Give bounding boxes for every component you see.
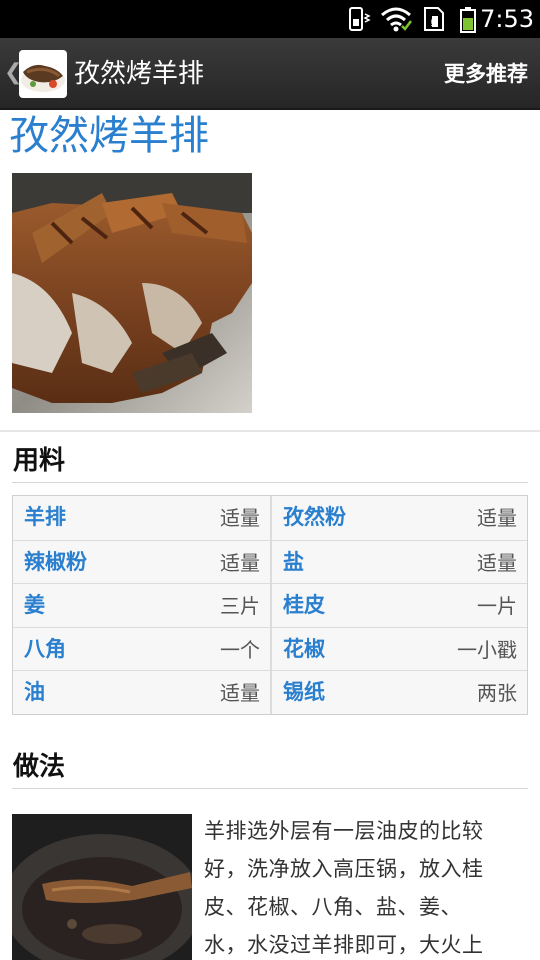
ingredient-name[interactable]: 羊排 (24, 503, 66, 531)
ingredient-name[interactable]: 孜然粉 (283, 503, 346, 531)
wifi-icon (380, 6, 412, 36)
ingredient-name[interactable]: 锡纸 (283, 678, 325, 706)
table-row: 辣椒粉 适量 盐 适量 (13, 539, 527, 584)
ingredient-name[interactable]: 辣椒粉 (24, 548, 87, 576)
page-title: 孜然烤羊排 (9, 113, 209, 159)
ingredient-cell[interactable]: 桂皮 一片 (270, 584, 527, 627)
step-photo[interactable] (12, 814, 192, 960)
ingredient-cell[interactable]: 油 适量 (13, 671, 270, 714)
ingredient-name[interactable]: 油 (24, 678, 45, 706)
app-logo[interactable] (19, 50, 67, 98)
ingredient-quantity: 适量 (477, 506, 517, 530)
ingredient-cell[interactable]: 花椒 一小戳 (270, 627, 527, 671)
ingredient-quantity: 适量 (220, 681, 260, 706)
ingredient-quantity: 一个 (220, 637, 260, 662)
ingredient-cell[interactable]: 辣椒粉 适量 (13, 541, 270, 584)
method-heading: 做法 (13, 752, 66, 782)
ingredients-table: 羊排 适量 孜然粉 适量 辣椒粉 适量 盐 适量 姜 三片 桂皮 一片 八角 一… (12, 495, 528, 715)
ingredients-heading: 用料 (13, 446, 66, 476)
table-row: 羊排 适量 孜然粉 适量 (13, 496, 527, 540)
table-row: 姜 三片 桂皮 一片 (13, 583, 527, 627)
battery-icon (459, 6, 477, 38)
ingredient-quantity: 一小戳 (457, 637, 517, 662)
ingredient-cell[interactable]: 孜然粉 适量 (270, 496, 527, 540)
step-text-line: 羊排选外层有一层油皮的比较 (204, 819, 484, 843)
table-row: 八角 一个 花椒 一小戳 (13, 626, 527, 671)
ingredient-name[interactable]: 八角 (24, 635, 66, 663)
table-row: 油 适量 锡纸 两张 (13, 670, 527, 714)
clock: 7:53 (480, 5, 534, 33)
phone-vibrate-icon (347, 6, 373, 36)
ingredient-quantity: 适量 (220, 506, 260, 530)
ingredient-name[interactable]: 盐 (283, 548, 304, 576)
method-heading-rule (12, 788, 528, 789)
step-text-line: 好，洗净放入高压锅，放入桂 (204, 857, 484, 881)
ingredient-name[interactable]: 姜 (24, 591, 45, 619)
action-bar: ❮ 孜然烤羊排 更多推荐 (0, 38, 540, 110)
ingredient-quantity: 适量 (477, 550, 517, 575)
recipe-photo[interactable] (12, 173, 252, 413)
svg-text:!: ! (430, 19, 434, 29)
step-text-line: 皮、花椒、八角、盐、姜、 (204, 895, 462, 919)
sim-card-icon: ! (421, 6, 447, 36)
section-divider (0, 430, 540, 432)
ingredient-cell[interactable]: 羊排 适量 (13, 496, 270, 540)
ingredient-name[interactable]: 花椒 (283, 635, 325, 663)
app-title: 孜然烤羊排 (74, 59, 205, 89)
status-bar: ! 7:53 (0, 0, 540, 38)
step-text-line: 水，水没过羊排即可，大火上 (204, 933, 484, 957)
more-recommendations-button[interactable]: 更多推荐 (444, 58, 528, 90)
ingredient-name[interactable]: 桂皮 (283, 591, 325, 619)
step-1-text: 羊排选外层有一层油皮的比较 好，洗净放入高压锅，放入桂 皮、花椒、八角、盐、姜、… (204, 812, 528, 960)
ingredients-heading-rule (12, 482, 528, 483)
ingredient-quantity: 一片 (477, 594, 517, 619)
ingredient-cell[interactable]: 姜 三片 (13, 584, 270, 627)
ingredient-quantity: 适量 (220, 550, 260, 575)
ingredient-quantity: 三片 (220, 594, 260, 619)
ingredient-cell[interactable]: 八角 一个 (13, 628, 270, 671)
ingredient-quantity: 两张 (477, 681, 517, 706)
ingredient-cell[interactable]: 盐 适量 (270, 540, 527, 584)
ingredient-cell[interactable]: 锡纸 两张 (270, 671, 527, 714)
